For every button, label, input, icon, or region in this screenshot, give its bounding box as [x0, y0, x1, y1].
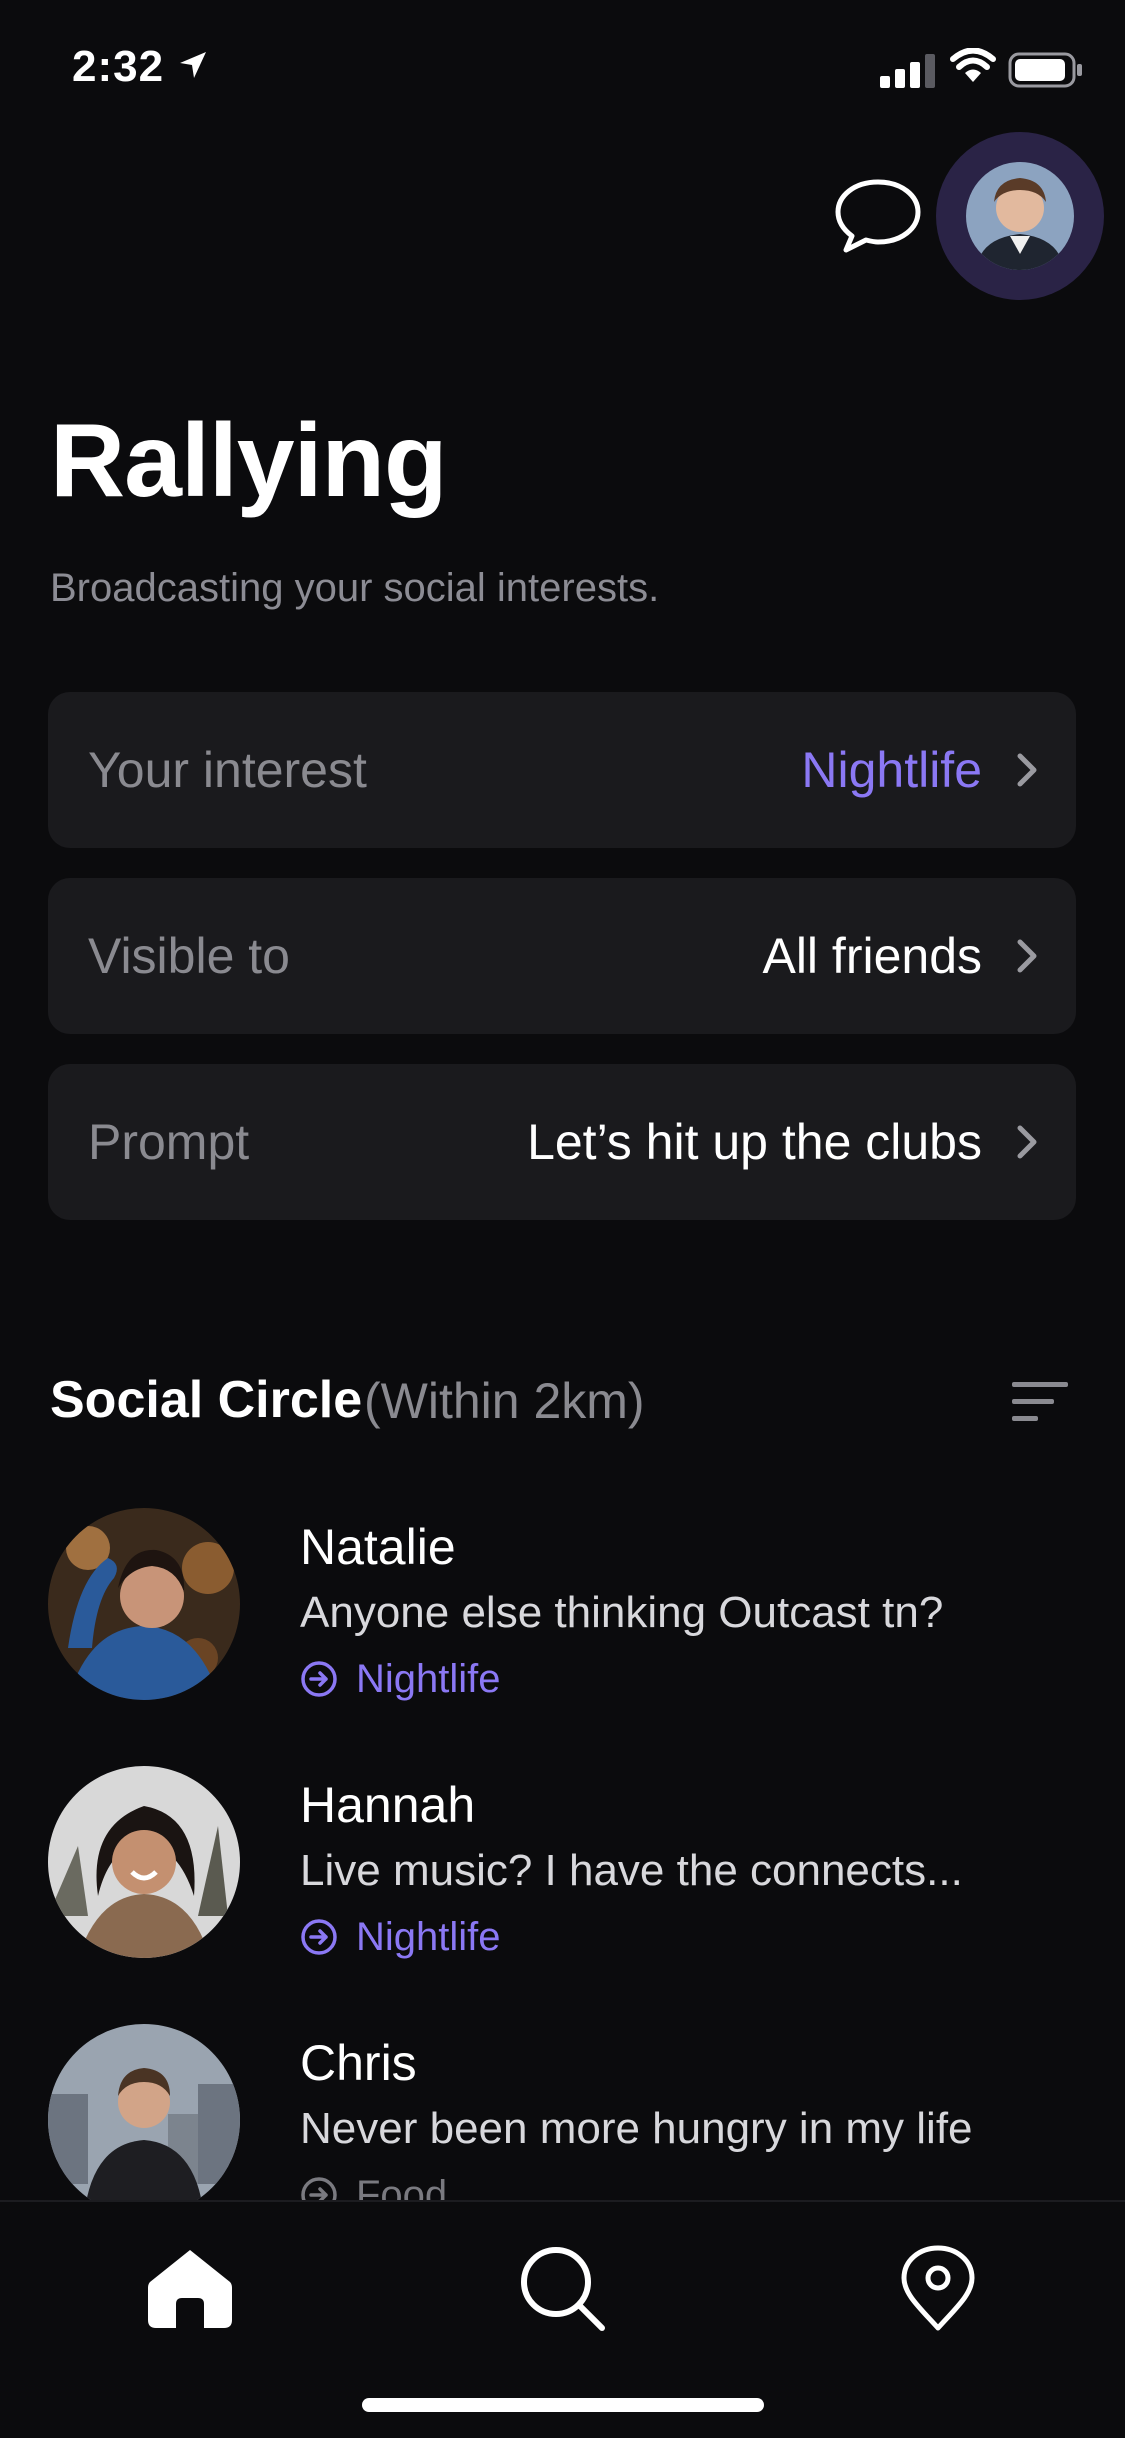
interest-tag[interactable]: Nightlife	[300, 1654, 501, 1704]
chevron-right-icon	[1017, 753, 1037, 787]
person-name: Chris	[300, 2035, 417, 2091]
map-pin-icon	[901, 2245, 975, 2331]
prompt-label: Prompt	[88, 1114, 250, 1170]
status-time: 2:32	[72, 42, 165, 91]
tab-map[interactable]	[888, 2238, 988, 2338]
prompt-value: Let’s hit up the clubs	[527, 1114, 982, 1170]
person-message: Anyone else thinking Outcast tn?	[300, 1588, 944, 1637]
person-name: Hannah	[300, 1777, 476, 1833]
search-icon	[521, 2247, 605, 2331]
tab-home[interactable]	[140, 2238, 240, 2338]
person-name: Natalie	[300, 1519, 456, 1575]
sort-icon	[1012, 1382, 1068, 1421]
interest-tag-label: Nightlife	[356, 1656, 501, 1701]
chevron-right-icon	[1017, 939, 1037, 973]
home-indicator	[362, 2398, 764, 2412]
person-message: Never been more hungry in my life	[300, 2104, 973, 2153]
status-bar: 2:32	[0, 0, 1125, 140]
avatar	[48, 2024, 240, 2216]
signal-icon	[880, 54, 935, 88]
profile-avatar-button[interactable]	[936, 132, 1104, 300]
prompt-row[interactable]: Prompt Let’s hit up the clubs	[48, 1064, 1076, 1220]
messages-button[interactable]	[832, 176, 924, 256]
list-item-chris[interactable]: Chris Never been more hungry in my life …	[48, 2024, 1088, 2224]
sort-button[interactable]	[1012, 1382, 1070, 1427]
visibility-label: Visible to	[88, 928, 290, 984]
location-arrow-icon	[180, 52, 206, 78]
arrow-circle-right-icon	[301, 1919, 337, 1955]
person-message: Live music? I have the connects...	[300, 1846, 963, 1895]
chat-bubble-icon	[835, 179, 921, 253]
visibility-row[interactable]: Visible to All friends	[48, 878, 1076, 1034]
chevron-right-icon	[1017, 1125, 1037, 1159]
list-item-hannah[interactable]: Hannah Live music? I have the connects..…	[48, 1766, 1088, 1966]
arrow-circle-right-icon	[301, 1661, 337, 1697]
avatar	[48, 1766, 240, 1958]
social-circle-title: Social Circle	[50, 1371, 363, 1429]
visibility-value: All friends	[762, 928, 982, 984]
page-title: Rallying	[50, 403, 448, 519]
social-circle-subtitle: (Within 2km)	[364, 1373, 645, 1429]
list-item-natalie[interactable]: Natalie Anyone else thinking Outcast tn?…	[48, 1508, 1088, 1708]
avatar	[966, 162, 1074, 270]
interest-tag[interactable]: Nightlife	[300, 1912, 501, 1962]
interest-row[interactable]: Your interest Nightlife	[48, 692, 1076, 848]
interest-value: Nightlife	[801, 742, 982, 798]
interest-tag-label: Nightlife	[356, 1914, 501, 1959]
page-subtitle: Broadcasting your social interests.	[50, 566, 660, 610]
interest-label: Your interest	[88, 742, 367, 798]
tab-search[interactable]	[512, 2238, 612, 2338]
battery-icon	[1008, 52, 1082, 88]
avatar	[48, 1508, 240, 1700]
home-icon	[148, 2250, 232, 2328]
wifi-icon	[950, 48, 996, 82]
